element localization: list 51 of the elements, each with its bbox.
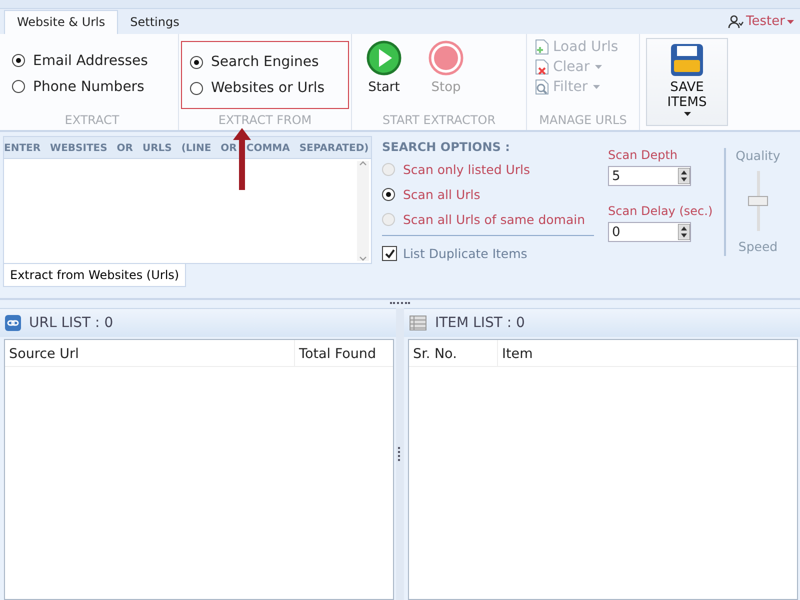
radio-option[interactable]: Phone Numbers	[12, 78, 172, 94]
group-caption: MANAGE URLS	[538, 113, 628, 129]
user-icon	[728, 14, 744, 28]
group-caption: START EXTRACTOR	[381, 113, 497, 129]
section-title: SEARCH OPTIONS :	[382, 140, 511, 154]
check-icon	[384, 248, 396, 260]
chevron-down-icon[interactable]	[359, 256, 367, 261]
list-title: URL LIST : 0	[29, 315, 114, 331]
caret-icon	[594, 65, 602, 69]
record-icon	[428, 40, 464, 76]
scrollbar[interactable]	[357, 161, 369, 261]
chevron-up-icon[interactable]	[359, 161, 367, 166]
radio-option[interactable]: Email Addresses	[12, 52, 172, 68]
column-header[interactable]: Source Url	[5, 340, 295, 366]
save-items-button[interactable]: SAVE ITEMS	[646, 38, 728, 126]
column-header[interactable]: Sr. No.	[409, 340, 498, 366]
slider-thumb[interactable]	[748, 196, 768, 206]
start-button[interactable]: Start	[366, 40, 402, 95]
ribbon-tab[interactable]: Website & Urls	[4, 10, 118, 34]
search-document-icon	[533, 78, 551, 96]
caret-icon	[787, 20, 794, 24]
list-title: ITEM LIST : 0	[435, 315, 525, 331]
spinner-arrows-icon[interactable]	[678, 168, 690, 184]
user-menu[interactable]: Tester	[722, 14, 800, 34]
field-label: Scan Depth	[608, 148, 679, 162]
delete-document-icon	[533, 58, 551, 76]
list-icon	[409, 315, 427, 331]
panel-header: ENTER WEBSITES OR URLS (LINE OR COMMA SEPARATED)	[3, 136, 372, 158]
checkbox-option[interactable]: List Duplicate Items	[382, 246, 594, 261]
radio-option[interactable]: Scan all Urls	[382, 187, 594, 202]
add-document-icon	[533, 38, 551, 56]
urls-input-field[interactable]	[3, 158, 372, 264]
splitter-grip[interactable]	[398, 447, 402, 461]
scan-depth-spinner[interactable]: 5	[608, 166, 691, 186]
panel-tab[interactable]: Extract from Websites (Urls)	[3, 264, 186, 287]
radio-option[interactable]: Websites or Urls	[190, 80, 340, 96]
field-label: Scan Delay (sec.)	[608, 204, 714, 218]
play-icon	[366, 40, 402, 76]
group-caption: EXTRACT	[64, 113, 120, 129]
radio-option[interactable]: Search Engines	[190, 54, 340, 70]
column-header[interactable]: Total Found	[295, 340, 393, 366]
scan-delay-spinner[interactable]: 0	[608, 222, 691, 242]
spinner-arrows-icon[interactable]	[678, 224, 690, 240]
ribbon-tab[interactable]: Settings	[118, 11, 192, 34]
group-caption: EXTRACT FROM	[217, 113, 313, 129]
caret-icon	[592, 85, 600, 89]
link-icon	[5, 315, 21, 331]
slider-label: Quality	[736, 148, 780, 163]
column-header[interactable]: Item	[498, 340, 797, 366]
caret-icon	[684, 112, 690, 116]
slider-label: Speed	[738, 239, 778, 254]
